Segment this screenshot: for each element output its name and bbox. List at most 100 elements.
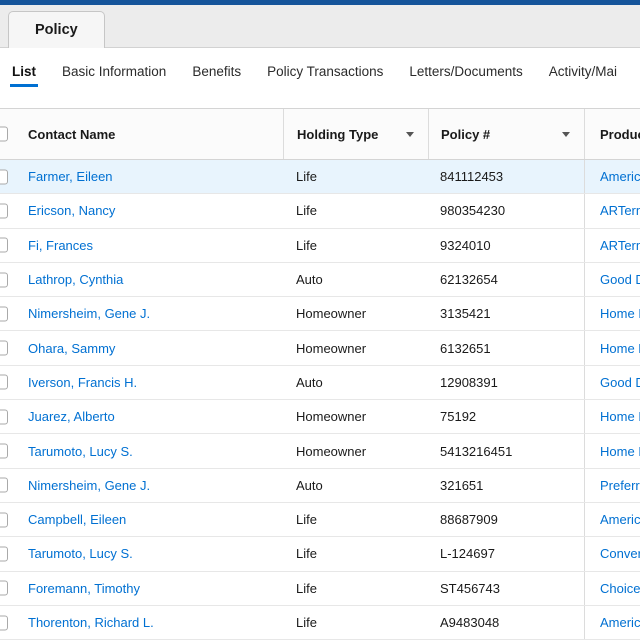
- row-checkbox-cell: [0, 537, 22, 570]
- policy-number-value: 75192: [440, 409, 477, 425]
- contact-name-link[interactable]: Ericson, Nancy: [28, 203, 115, 218]
- product-link[interactable]: Good D: [600, 272, 640, 287]
- row-checkbox[interactable]: [0, 272, 8, 288]
- table-row[interactable]: Lathrop, Cynthia Auto 62132654 Good D: [0, 262, 640, 298]
- row-checkbox[interactable]: [0, 546, 8, 562]
- row-checkbox-cell: [0, 331, 22, 364]
- holding-type-value: Auto: [296, 477, 323, 493]
- contact-name-link[interactable]: Tarumoto, Lucy S.: [28, 444, 133, 459]
- table-row[interactable]: Ohara, Sammy Homeowner 6132651 Home P: [0, 331, 640, 366]
- holding-type-value: Life: [296, 615, 317, 630]
- product-link[interactable]: Home P: [600, 341, 640, 356]
- subnav-item-policy-transactions[interactable]: Policy Transactions: [267, 64, 383, 79]
- select-all-checkbox[interactable]: [0, 126, 8, 142]
- table-row[interactable]: Nimersheim, Gene J. Homeowner 3135421 Ho…: [0, 297, 640, 332]
- policy-number-value: 62132654: [440, 272, 498, 288]
- product-link[interactable]: ARTerm: [600, 203, 640, 218]
- row-checkbox-cell: [0, 434, 22, 467]
- subnav-item-label: Activity/Mai: [548, 64, 617, 79]
- row-checkbox-cell: [0, 469, 22, 502]
- table-row[interactable]: Iverson, Francis H. Auto 12908391 Good D: [0, 365, 640, 401]
- table-row[interactable]: Tarumoto, Lucy S. Homeowner 5413216451 H…: [0, 434, 640, 469]
- row-checkbox[interactable]: [0, 203, 8, 219]
- policy-number-filter-chevron-down-icon[interactable]: [562, 132, 570, 137]
- row-checkbox[interactable]: [0, 169, 8, 185]
- product-link[interactable]: America: [600, 615, 640, 630]
- table-row[interactable]: Campbell, Eileen Life 88687909 America: [0, 502, 640, 538]
- row-checkbox[interactable]: [0, 580, 8, 596]
- subnav-item-activity-mai[interactable]: Activity/Mai: [549, 64, 617, 79]
- row-checkbox-cell: [0, 229, 22, 262]
- policy-number-value: L-124697: [440, 546, 495, 562]
- row-checkbox[interactable]: [0, 374, 8, 390]
- policy-number-value: 9324010: [440, 237, 491, 253]
- row-checkbox-cell: [0, 366, 22, 399]
- product-link[interactable]: ARTerm: [600, 238, 640, 253]
- tab-policy[interactable]: Policy: [8, 11, 105, 48]
- contact-name-link[interactable]: Iverson, Francis H.: [28, 375, 137, 390]
- product-link[interactable]: ChoiceL: [600, 581, 640, 596]
- holding-type-value: Life: [296, 546, 317, 562]
- contact-name-link[interactable]: Foremann, Timothy: [28, 581, 140, 596]
- row-checkbox[interactable]: [0, 306, 8, 322]
- holding-type-value: Homeowner: [296, 340, 367, 356]
- header-checkbox-cell: [0, 109, 22, 159]
- product-link[interactable]: America: [600, 169, 640, 184]
- contact-name-link[interactable]: Lathrop, Cynthia: [28, 272, 123, 287]
- row-checkbox[interactable]: [0, 443, 8, 459]
- contact-name-link[interactable]: Nimersheim, Gene J.: [28, 478, 150, 493]
- row-checkbox[interactable]: [0, 409, 8, 425]
- policy-number-value: 88687909: [440, 512, 498, 528]
- holding-type-filter-chevron-down-icon[interactable]: [406, 132, 414, 137]
- contact-name-link[interactable]: Fi, Frances: [28, 238, 93, 253]
- contact-name-link[interactable]: Juarez, Alberto: [28, 409, 115, 424]
- column-header-holding-type[interactable]: Holding Type: [283, 109, 428, 159]
- table-row[interactable]: Tarumoto, Lucy S. Life L-124697 Conver: [0, 537, 640, 572]
- table-row[interactable]: Foremann, Timothy Life ST456743 ChoiceL: [0, 571, 640, 606]
- row-checkbox-cell: [0, 297, 22, 330]
- policy-number-value: 6132651: [440, 340, 491, 356]
- product-link[interactable]: Preferr: [600, 478, 640, 493]
- product-link[interactable]: Home I: [600, 409, 640, 424]
- policy-number-value: 980354230: [440, 203, 506, 219]
- column-header-contact-name[interactable]: Contact Name: [22, 109, 283, 159]
- holding-type-value: Homeowner: [296, 306, 367, 322]
- table-row[interactable]: Juarez, Alberto Homeowner 75192 Home I: [0, 400, 640, 435]
- row-checkbox-cell: [0, 572, 22, 605]
- table-row[interactable]: Fi, Frances Life 9324010 ARTerm: [0, 228, 640, 263]
- holding-type-value: Auto: [296, 374, 323, 390]
- table-body: Farmer, Eileen Life 841112453 America Er…: [0, 160, 640, 640]
- table-row[interactable]: Nimersheim, Gene J. Auto 321651 Preferr: [0, 468, 640, 503]
- subnav-item-basic-information[interactable]: Basic Information: [62, 64, 166, 79]
- row-checkbox[interactable]: [0, 340, 8, 356]
- contact-name-link[interactable]: Nimersheim, Gene J.: [28, 306, 150, 321]
- subnav-item-list[interactable]: List: [9, 64, 39, 87]
- table-row[interactable]: Thorenton, Richard L. Life A9483048 Amer…: [0, 605, 640, 640]
- table-row[interactable]: Ericson, Nancy Life 980354230 ARTerm: [0, 194, 640, 229]
- product-link[interactable]: Home I: [600, 306, 640, 321]
- table-row[interactable]: Farmer, Eileen Life 841112453 America: [0, 160, 640, 195]
- contact-name-link[interactable]: Ohara, Sammy: [28, 341, 115, 356]
- product-link[interactable]: Conver: [600, 546, 640, 561]
- subnav-item-letters-documents[interactable]: Letters/Documents: [409, 64, 522, 79]
- holding-type-value: Life: [296, 580, 317, 596]
- contact-name-link[interactable]: Campbell, Eileen: [28, 512, 126, 527]
- policy-number-value: 3135421: [440, 306, 491, 322]
- row-checkbox[interactable]: [0, 615, 8, 630]
- product-link[interactable]: Good D: [600, 375, 640, 390]
- product-link[interactable]: America: [600, 512, 640, 527]
- column-header-product[interactable]: Produc: [584, 109, 640, 159]
- product-link[interactable]: Home I: [600, 444, 640, 459]
- contact-name-link[interactable]: Farmer, Eileen: [28, 169, 113, 184]
- holding-type-value: Life: [296, 512, 317, 528]
- contact-name-link[interactable]: Tarumoto, Lucy S.: [28, 546, 133, 561]
- policy-list-table: Contact Name Holding Type Policy # Produ…: [0, 108, 640, 640]
- subnav: List Basic Information Benefits Policy T…: [0, 48, 640, 95]
- row-checkbox[interactable]: [0, 512, 8, 528]
- holding-type-value: Life: [296, 237, 317, 253]
- row-checkbox[interactable]: [0, 477, 8, 493]
- row-checkbox[interactable]: [0, 237, 8, 253]
- contact-name-link[interactable]: Thorenton, Richard L.: [28, 615, 154, 630]
- column-header-policy-number[interactable]: Policy #: [428, 109, 584, 159]
- subnav-item-benefits[interactable]: Benefits: [192, 64, 241, 79]
